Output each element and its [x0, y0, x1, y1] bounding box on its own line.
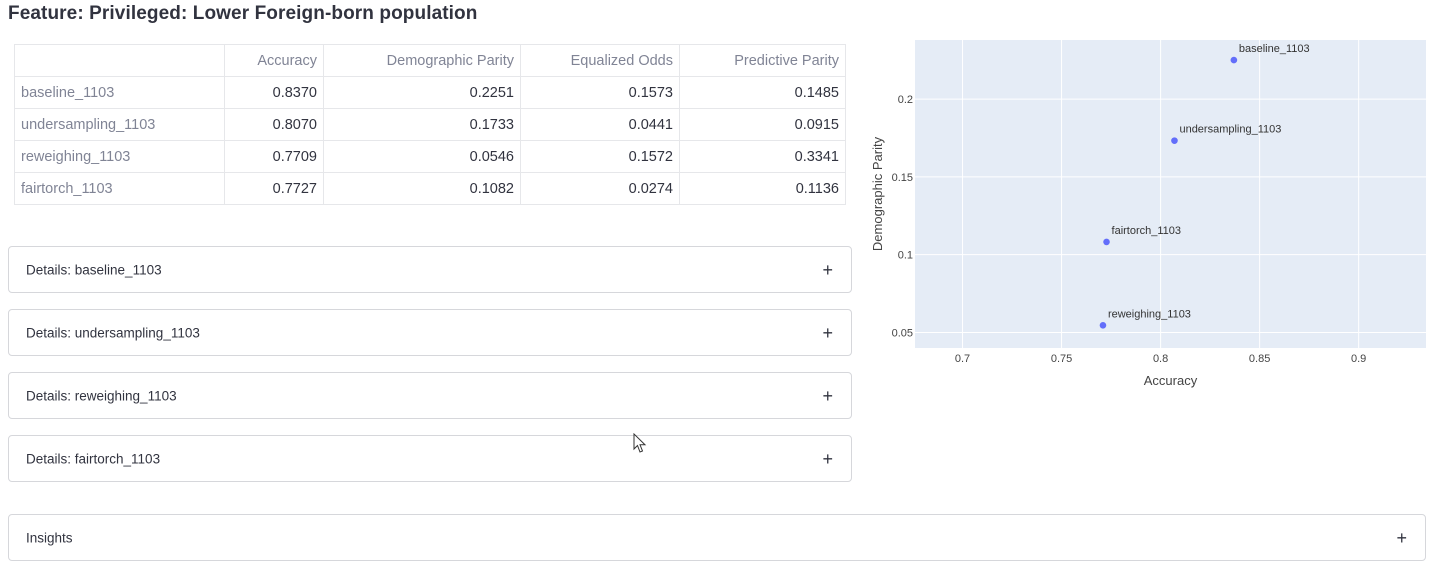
- cell-accuracy: 0.8370: [224, 76, 324, 109]
- table-row: baseline_1103 0.8370 0.2251 0.1573 0.148…: [14, 76, 846, 109]
- page-title: Feature: Privileged: Lower Foreign-born …: [8, 3, 478, 24]
- plot-area: [915, 40, 1426, 348]
- data-point[interactable]: [1103, 238, 1110, 246]
- plus-icon[interactable]: +: [822, 450, 833, 468]
- y-tick-label: 0.05: [892, 327, 913, 339]
- plus-icon[interactable]: +: [822, 261, 833, 279]
- data-point[interactable]: [1099, 321, 1107, 329]
- row-label: baseline_1103: [14, 76, 225, 109]
- x-tick-label: 0.85: [1249, 353, 1270, 365]
- cell-predictive-parity: 0.1485: [679, 76, 846, 109]
- expander-insights[interactable]: Insights +: [8, 514, 1426, 561]
- expander-details-undersampling[interactable]: Details: undersampling_1103 +: [8, 309, 852, 356]
- column-header-accuracy[interactable]: Accuracy: [224, 44, 324, 77]
- cell-predictive-parity: 0.3341: [679, 140, 846, 173]
- table-row: reweighing_1103 0.7709 0.0546 0.1572 0.3…: [14, 140, 846, 173]
- cell-equalized-odds: 0.0274: [520, 172, 680, 205]
- expander-label: Details: reweighing_1103: [26, 388, 177, 403]
- data-point-label: reweighing_1103: [1108, 308, 1191, 320]
- row-label: fairtorch_1103: [14, 172, 225, 205]
- cell-accuracy: 0.7709: [224, 140, 324, 173]
- table-header-row: Accuracy Demographic Parity Equalized Od…: [14, 44, 846, 77]
- cell-accuracy: 0.8070: [224, 108, 324, 141]
- expander-details-fairtorch[interactable]: Details: fairtorch_1103 +: [8, 435, 852, 482]
- cell-equalized-odds: 0.1572: [520, 140, 680, 173]
- plus-icon[interactable]: +: [822, 324, 833, 342]
- x-tick-label: 0.75: [1051, 353, 1072, 365]
- expander-label: Details: baseline_1103: [26, 262, 162, 277]
- cell-predictive-parity: 0.0915: [679, 108, 846, 141]
- expander-label: Details: fairtorch_1103: [26, 451, 161, 466]
- x-axis-label: Accuracy: [1144, 373, 1198, 388]
- mouse-cursor-icon: [633, 433, 647, 453]
- column-header-equalized-odds[interactable]: Equalized Odds: [520, 44, 680, 77]
- data-point-label: undersampling_1103: [1179, 124, 1281, 136]
- cell-predictive-parity: 0.1136: [679, 172, 846, 205]
- y-tick-label: 0.2: [898, 94, 913, 106]
- plus-icon[interactable]: +: [822, 387, 833, 405]
- x-axis-ticks: 0.7 0.75 0.8 0.85 0.9: [955, 353, 1366, 365]
- y-tick-label: 0.15: [892, 172, 913, 184]
- row-label: reweighing_1103: [14, 140, 225, 173]
- cell-equalized-odds: 0.1573: [520, 76, 680, 109]
- cell-accuracy: 0.7727: [224, 172, 324, 205]
- scatter-chart[interactable]: 0.7 0.75 0.8 0.85 0.9 0.05 0.1 0.15 0.2 baselin…: [860, 30, 1430, 400]
- table-row: undersampling_1103 0.8070 0.1733 0.0441 …: [14, 108, 846, 141]
- y-tick-label: 0.1: [898, 250, 913, 262]
- data-point-label: baseline_1103: [1239, 43, 1310, 55]
- plus-icon[interactable]: +: [1396, 529, 1407, 547]
- column-header-predictive-parity[interactable]: Predictive Parity: [679, 44, 846, 77]
- cell-demographic-parity: 0.1082: [323, 172, 521, 205]
- expander-details-baseline[interactable]: Details: baseline_1103 +: [8, 246, 852, 293]
- data-point-label: fairtorch_1103: [1112, 225, 1182, 237]
- metrics-table: Accuracy Demographic Parity Equalized Od…: [14, 44, 846, 205]
- table-row: fairtorch_1103 0.7727 0.1082 0.0274 0.11…: [14, 172, 846, 205]
- expander-label: Insights: [26, 530, 73, 545]
- cell-demographic-parity: 0.1733: [323, 108, 521, 141]
- cell-equalized-odds: 0.0441: [520, 108, 680, 141]
- x-tick-label: 0.9: [1351, 353, 1366, 365]
- cell-demographic-parity: 0.2251: [323, 76, 521, 109]
- cell-demographic-parity: 0.0546: [323, 140, 521, 173]
- data-point[interactable]: [1171, 137, 1178, 144]
- x-tick-label: 0.8: [1153, 353, 1168, 365]
- row-label: undersampling_1103: [14, 108, 225, 141]
- data-point[interactable]: [1230, 56, 1238, 64]
- expander-label: Details: undersampling_1103: [26, 325, 200, 340]
- column-header-demographic-parity[interactable]: Demographic Parity: [323, 44, 521, 77]
- expander-details-reweighing[interactable]: Details: reweighing_1103 +: [8, 372, 852, 419]
- y-axis-label: Demographic Parity: [870, 136, 885, 251]
- column-header-index[interactable]: [14, 44, 225, 77]
- x-tick-label: 0.7: [955, 353, 970, 365]
- y-axis-ticks: 0.05 0.1 0.15 0.2: [892, 94, 913, 339]
